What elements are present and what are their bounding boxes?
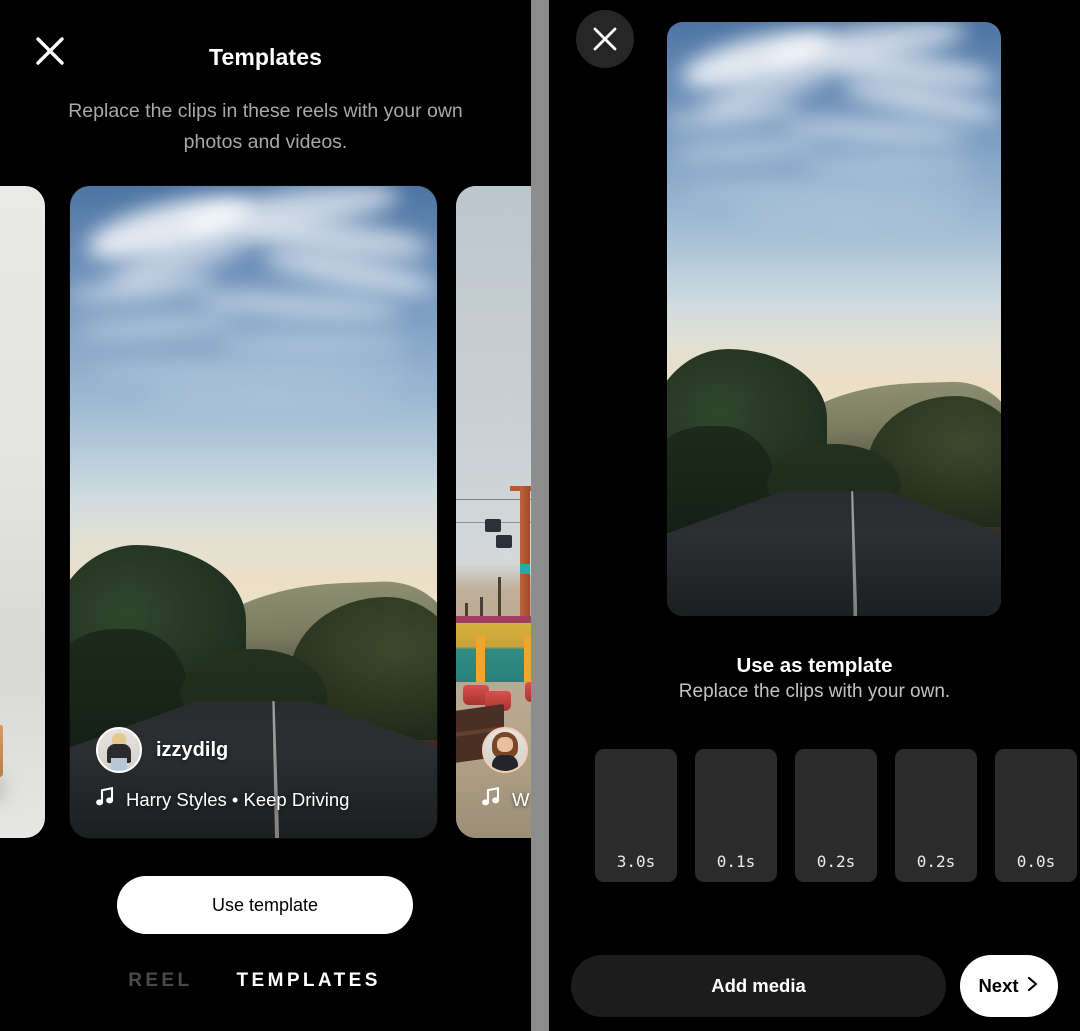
clip-duration: 3.0s: [616, 852, 656, 871]
page-title: Templates: [209, 44, 322, 70]
author-username: izzydilg: [156, 738, 229, 761]
template-card-next[interactable]: W: [456, 186, 531, 838]
bottom-action-bar: Add media Next: [549, 955, 1080, 1017]
music-note-icon: [482, 786, 500, 812]
page-subtitle: Replace the clips in these reels with yo…: [68, 100, 463, 153]
avatar: [482, 727, 528, 773]
next-button-label: Next: [978, 975, 1019, 996]
template-preview[interactable]: [667, 22, 1001, 616]
clip-slot[interactable]: 0.2s: [795, 749, 877, 882]
preview-subtitle: Replace the clips with your own.: [678, 681, 951, 702]
preview-title: Use as template: [736, 654, 893, 677]
left-header: Templates Replace the clips in these ree…: [0, 0, 531, 153]
chevron-right-icon: [1026, 975, 1040, 998]
preview-thumbnail-coastal-road: [667, 22, 1001, 616]
screenshot-root: Templates Replace the clips in these ree…: [0, 0, 1080, 1031]
clip-duration: 0.1s: [716, 852, 756, 871]
template-card-active[interactable]: izzydilg Harry Styles • Keep Driving: [70, 186, 437, 838]
card-audio-track-next[interactable]: W: [456, 786, 531, 812]
use-template-button[interactable]: Use template: [117, 876, 413, 934]
tab-templates[interactable]: TEMPLATES: [237, 970, 381, 992]
next-button[interactable]: Next: [960, 955, 1058, 1017]
avatar: [96, 727, 142, 773]
templates-carousel[interactable]: izzydilg Harry Styles • Keep Driving W: [0, 186, 531, 838]
audio-label-next: W: [512, 788, 530, 810]
music-note-icon: [96, 786, 114, 812]
close-icon[interactable]: [576, 10, 634, 68]
tab-reel[interactable]: REEL: [128, 970, 192, 992]
mode-tabs: REEL TEMPLATES: [0, 970, 531, 992]
templates-browser-screen: Templates Replace the clips in these ree…: [0, 0, 531, 1031]
clip-slot[interactable]: 0.1s: [695, 749, 777, 882]
card-author-next[interactable]: [456, 727, 531, 773]
card-info-overlay: izzydilg Harry Styles • Keep Driving: [70, 727, 437, 838]
card-author[interactable]: izzydilg: [70, 727, 437, 773]
clip-duration: 0.0s: [1016, 852, 1056, 871]
clip-slot[interactable]: 0.2s: [895, 749, 977, 882]
add-media-button[interactable]: Add media: [571, 955, 946, 1017]
card-audio-track[interactable]: Harry Styles • Keep Driving: [70, 786, 437, 812]
use-as-template-screen: Use as template Replace the clips with y…: [549, 0, 1080, 1031]
clip-duration: 0.2s: [916, 852, 956, 871]
clip-timeline[interactable]: 3.0s 0.1s 0.2s 0.2s 0.0s: [595, 749, 1080, 882]
card-info-overlay-next: W: [456, 727, 531, 838]
clip-slot[interactable]: 0.0s: [995, 749, 1077, 882]
clip-slot[interactable]: 3.0s: [595, 749, 677, 882]
card-thumbnail-interior: [0, 186, 45, 838]
audio-label: Harry Styles • Keep Driving: [126, 788, 350, 810]
clip-duration: 0.2s: [816, 852, 856, 871]
screen-divider: [531, 0, 549, 1031]
template-card-previous[interactable]: [0, 186, 45, 838]
